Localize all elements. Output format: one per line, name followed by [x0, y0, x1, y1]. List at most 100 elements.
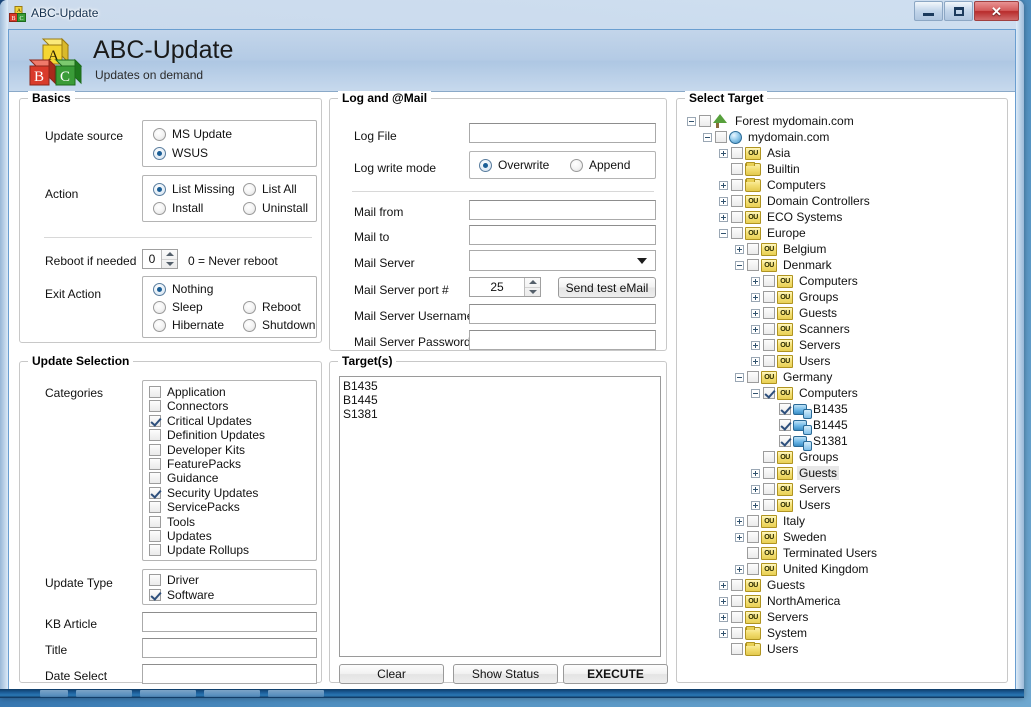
collapse-node-icon[interactable] [751, 388, 760, 398]
mail-password-input[interactable] [469, 330, 656, 350]
tree-node-checkbox[interactable] [747, 243, 759, 255]
tree-node-checkbox[interactable] [763, 451, 775, 463]
title-input[interactable] [142, 638, 317, 658]
radio-wsus[interactable]: WSUS [153, 146, 208, 160]
collapse-node-icon[interactable] [735, 260, 744, 270]
tree-node[interactable]: OU Germany [685, 369, 1001, 385]
tree-node-checkbox[interactable] [699, 115, 711, 127]
category-checkbox-servicepacks[interactable]: ServicePacks [149, 500, 240, 514]
radio-sleep[interactable]: Sleep [153, 300, 203, 314]
tree-node-checkbox[interactable] [763, 291, 775, 303]
reboot-count-stepper[interactable]: 0 [142, 249, 178, 269]
tree-node-checkbox[interactable] [731, 195, 743, 207]
radio-overwrite[interactable]: Overwrite [479, 158, 549, 172]
tree-node-checkbox[interactable] [763, 387, 775, 399]
expand-node-icon[interactable] [719, 596, 728, 606]
tree-node[interactable]: OU Sweden [685, 529, 1001, 545]
tree-node-checkbox[interactable] [731, 611, 743, 623]
category-checkbox-update-rollups[interactable]: Update Rollups [149, 543, 249, 557]
category-checkbox-tools[interactable]: Tools [149, 515, 195, 529]
tree-node[interactable]: System [685, 625, 1001, 641]
stepper-down-icon[interactable] [525, 288, 540, 297]
radio-uninstall[interactable]: Uninstall [243, 201, 308, 215]
category-checkbox-developer-kits[interactable]: Developer Kits [149, 443, 245, 457]
tree-node-checkbox[interactable] [747, 371, 759, 383]
tree-node-checkbox[interactable] [763, 499, 775, 511]
category-checkbox-featurepacks[interactable]: FeaturePacks [149, 457, 241, 471]
tree-node[interactable]: OU Asia [685, 145, 1001, 161]
tree-node-checkbox[interactable] [763, 323, 775, 335]
targets-listbox[interactable]: B1435 B1445 S1381 [339, 376, 661, 657]
title-bar[interactable]: A B C ABC-Update ✕ [0, 0, 1024, 29]
tree-node[interactable]: OU Guests [685, 577, 1001, 593]
radio-nothing[interactable]: Nothing [153, 282, 213, 296]
update-type-checkbox-software[interactable]: Software [149, 588, 214, 602]
tree-node[interactable]: OU NorthAmerica [685, 593, 1001, 609]
tree-node[interactable]: S1381 [685, 433, 1001, 451]
tree-node[interactable]: OU Servers [685, 481, 1001, 497]
category-checkbox-guidance[interactable]: Guidance [149, 471, 218, 485]
tree-node[interactable]: OU Guests [685, 305, 1001, 321]
collapse-node-icon[interactable] [687, 116, 696, 126]
tree-node-checkbox[interactable] [763, 339, 775, 351]
stepper-down-icon[interactable] [162, 260, 177, 269]
tree-node-checkbox[interactable] [731, 163, 743, 175]
mail-server-combobox[interactable] [469, 250, 656, 271]
expand-node-icon[interactable] [719, 612, 728, 622]
expand-node-icon[interactable] [751, 324, 760, 334]
tree-node-checkbox[interactable] [779, 419, 791, 431]
tree-node[interactable]: OU Denmark [685, 257, 1001, 273]
tree-node-checkbox[interactable] [715, 131, 727, 143]
expand-node-icon[interactable] [719, 180, 728, 190]
tree-node-checkbox[interactable] [747, 547, 759, 559]
expand-node-icon[interactable] [751, 500, 760, 510]
tree-node[interactable]: Users [685, 641, 1001, 657]
update-type-checkbox-driver[interactable]: Driver [149, 573, 199, 587]
radio-list-all[interactable]: List All [243, 182, 297, 196]
tree-node-checkbox[interactable] [763, 467, 775, 479]
expand-node-icon[interactable] [719, 628, 728, 638]
tree-node[interactable]: OU Terminated Users [685, 545, 1001, 561]
tree-node-checkbox[interactable] [731, 147, 743, 159]
collapse-node-icon[interactable] [735, 372, 744, 382]
tree-node-checkbox[interactable] [731, 211, 743, 223]
stepper-arrows[interactable] [161, 250, 177, 268]
maximize-button[interactable] [944, 1, 973, 21]
expand-node-icon[interactable] [735, 564, 744, 574]
tree-node-checkbox[interactable] [731, 227, 743, 239]
tree-node[interactable]: B1445 [685, 417, 1001, 435]
minimize-button[interactable] [914, 1, 943, 21]
tree-node[interactable]: OU Computers [685, 385, 1001, 401]
target-list-item[interactable]: B1435 [343, 379, 657, 393]
tree-node-checkbox[interactable] [763, 307, 775, 319]
category-checkbox-critical-updates[interactable]: Critical Updates [149, 414, 252, 428]
category-checkbox-security-updates[interactable]: Security Updates [149, 486, 258, 500]
tree-node[interactable]: OU Groups [685, 449, 1001, 465]
tree-node[interactable]: OU Computers [685, 273, 1001, 289]
tree-node[interactable]: B1435 [685, 401, 1001, 419]
expand-node-icon[interactable] [751, 356, 760, 366]
tree-node-checkbox[interactable] [763, 275, 775, 287]
tree-node-checkbox[interactable] [763, 355, 775, 367]
expand-node-icon[interactable] [719, 580, 728, 590]
send-test-email-button[interactable]: Send test eMail [558, 277, 656, 298]
tree-node[interactable]: OU Guests [685, 465, 1001, 481]
radio-hibernate[interactable]: Hibernate [153, 318, 224, 332]
collapse-node-icon[interactable] [703, 132, 712, 142]
radio-reboot[interactable]: Reboot [243, 300, 301, 314]
stepper-up-icon[interactable] [525, 278, 540, 288]
expand-node-icon[interactable] [751, 468, 760, 478]
expand-node-icon[interactable] [735, 516, 744, 526]
tree-node[interactable]: OU Users [685, 497, 1001, 513]
tree-node-checkbox[interactable] [747, 563, 759, 575]
select-target-tree[interactable]: Forest mydomain.com mydomain.com OU Asia Bui… [685, 113, 1001, 678]
tree-node-checkbox[interactable] [747, 531, 759, 543]
radio-append[interactable]: Append [570, 158, 630, 172]
tree-node[interactable]: OU Groups [685, 289, 1001, 305]
tree-node[interactable]: OU ECO Systems [685, 209, 1001, 225]
mail-from-input[interactable] [469, 200, 656, 220]
target-list-item[interactable]: S1381 [343, 407, 657, 421]
tree-node[interactable]: OU Scanners [685, 321, 1001, 337]
radio-ms-update[interactable]: MS Update [153, 127, 232, 141]
execute-button[interactable]: EXECUTE [563, 664, 668, 684]
